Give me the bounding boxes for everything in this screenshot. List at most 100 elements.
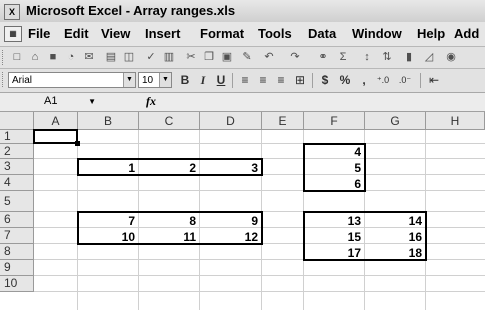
array-range-border [303, 143, 366, 192]
research-icon[interactable]: ▥ [162, 50, 176, 64]
autosum-icon[interactable]: Σ [336, 50, 350, 64]
menu-bar: ▦ File Edit View Insert Format Tools Dat… [0, 22, 485, 47]
menu-edit[interactable]: Edit [64, 26, 89, 41]
bold-button[interactable]: B [178, 73, 192, 88]
row-header-5[interactable]: 5 [0, 191, 34, 212]
name-box-value: A1 [44, 95, 58, 107]
copy-icon[interactable]: ❐ [202, 50, 216, 64]
chart-wizard-icon[interactable]: ▮ [402, 50, 416, 64]
chevron-down-icon[interactable]: ▼ [123, 73, 135, 87]
toolbar-separator [420, 73, 421, 88]
gridline-horizontal [34, 190, 485, 191]
redo-icon[interactable]: ↷ [288, 50, 302, 64]
name-box[interactable]: A1 ▼ [2, 94, 102, 109]
underline-button[interactable]: U [214, 73, 228, 88]
window-title: Microsoft Excel - Array ranges.xls [26, 3, 236, 18]
decrease-decimal-icon[interactable]: .0⁻ [396, 73, 414, 88]
font-name-dropdown[interactable]: Arial ▼ [8, 72, 136, 88]
format-painter-icon[interactable]: ✎ [240, 50, 254, 64]
menu-tools[interactable]: Tools [258, 26, 292, 41]
decrease-indent-icon[interactable]: ⇤ [426, 73, 442, 88]
toolbar-grip[interactable] [2, 50, 6, 65]
sort-ascending-icon[interactable]: ↕ [360, 50, 374, 64]
comma-button[interactable]: , [358, 73, 370, 88]
currency-button[interactable]: $ [318, 73, 332, 88]
font-name-value: Arial [12, 75, 33, 86]
column-header-d[interactable]: D [200, 112, 262, 130]
open-icon[interactable]: ⌂ [28, 50, 42, 64]
menu-window[interactable]: Window [352, 26, 402, 41]
active-cell-highlight[interactable] [33, 129, 78, 144]
menu-data[interactable]: Data [308, 26, 336, 41]
font-size-dropdown[interactable]: 10 ▼ [138, 72, 172, 88]
row-header-3[interactable]: 3 [0, 159, 34, 175]
align-center-icon[interactable]: ≡ [256, 73, 270, 88]
menu-file[interactable]: File [28, 26, 50, 41]
row-header-8[interactable]: 8 [0, 244, 34, 260]
zoom-icon[interactable]: ◉ [444, 50, 458, 64]
row-header-10[interactable]: 10 [0, 276, 34, 292]
chevron-down-icon[interactable]: ▼ [159, 73, 171, 87]
excel-icon[interactable]: X [4, 4, 20, 20]
toolbar-separator [232, 73, 233, 88]
chevron-down-icon[interactable]: ▼ [88, 94, 96, 109]
drawing-icon[interactable]: ◿ [422, 50, 436, 64]
select-all-corner[interactable] [0, 112, 34, 130]
array-range-border [303, 211, 427, 261]
row-header-6[interactable]: 6 [0, 212, 34, 228]
row-header-7[interactable]: 7 [0, 228, 34, 244]
worksheet-grid[interactable]: A B C D E F G H 1 2 3 4 5 6 7 8 9 10 4 5 6 1 2 3 7 8 9 10 11 12 13 14 15… [0, 112, 485, 310]
menu-insert[interactable]: Insert [145, 26, 180, 41]
formula-bar: A1 ▼ fx [0, 93, 485, 112]
column-header-g[interactable]: G [365, 112, 426, 130]
new-icon[interactable]: □ [10, 50, 24, 64]
print-preview-icon[interactable]: ◫ [122, 50, 136, 64]
sort-descending-icon[interactable]: ⇅ [380, 50, 394, 64]
array-range-border [77, 211, 263, 245]
hyperlink-icon[interactable]: ⚭ [316, 50, 330, 64]
font-size-value: 10 [142, 75, 154, 86]
column-header-c[interactable]: C [139, 112, 200, 130]
excel-window: X Microsoft Excel - Array ranges.xls ▦ F… [0, 0, 485, 310]
paste-icon[interactable]: ▣ [220, 50, 234, 64]
formula-input[interactable] [170, 94, 480, 109]
menu-view[interactable]: View [101, 26, 130, 41]
column-header-h[interactable]: H [426, 112, 485, 130]
fill-handle[interactable] [75, 141, 80, 146]
gridline-horizontal [34, 143, 485, 144]
cut-icon[interactable]: ✂ [184, 50, 198, 64]
toolbar-separator [312, 73, 313, 88]
menu-format[interactable]: Format [200, 26, 244, 41]
menu-help[interactable]: Help [417, 26, 445, 41]
column-header-e[interactable]: E [262, 112, 304, 130]
permission-icon[interactable]: ◔ [64, 50, 78, 64]
row-header-9[interactable]: 9 [0, 260, 34, 276]
title-bar: X Microsoft Excel - Array ranges.xls [0, 0, 485, 23]
fx-icon[interactable]: fx [146, 94, 156, 109]
row-header-2[interactable]: 2 [0, 144, 34, 159]
column-header-f[interactable]: F [304, 112, 365, 130]
email-icon[interactable]: ✉ [82, 50, 96, 64]
standard-toolbar: □ ⌂ ■ ◔ ✉ ▤ ◫ ✓ ▥ ✂ ❐ ▣ ✎ ↶ ↷ ⚭ Σ ↕ ⇅ ▮ … [0, 47, 485, 69]
undo-icon[interactable]: ↶ [262, 50, 276, 64]
formatting-toolbar: Arial ▼ 10 ▼ B I U ≡ ≡ ≡ ⊞ $ % , ⁺.0 .0⁻… [0, 69, 485, 93]
print-icon[interactable]: ▤ [104, 50, 118, 64]
row-header-4[interactable]: 4 [0, 175, 34, 191]
workbook-icon[interactable]: ▦ [4, 26, 22, 42]
gridline-horizontal [34, 291, 485, 292]
gridline-horizontal [34, 275, 485, 276]
align-left-icon[interactable]: ≡ [238, 73, 252, 88]
align-right-icon[interactable]: ≡ [274, 73, 288, 88]
column-header-a[interactable]: A [34, 112, 78, 130]
menu-addins[interactable]: Add [454, 26, 479, 41]
row-header-1[interactable]: 1 [0, 130, 34, 144]
increase-decimal-icon[interactable]: ⁺.0 [374, 73, 392, 88]
toolbar-grip[interactable] [2, 72, 6, 87]
column-header-b[interactable]: B [78, 112, 139, 130]
italic-button[interactable]: I [196, 73, 210, 88]
save-icon[interactable]: ■ [46, 50, 60, 64]
percent-button[interactable]: % [338, 73, 352, 88]
spelling-icon[interactable]: ✓ [144, 50, 158, 64]
merge-center-icon[interactable]: ⊞ [292, 73, 308, 88]
array-range-border [77, 158, 263, 176]
